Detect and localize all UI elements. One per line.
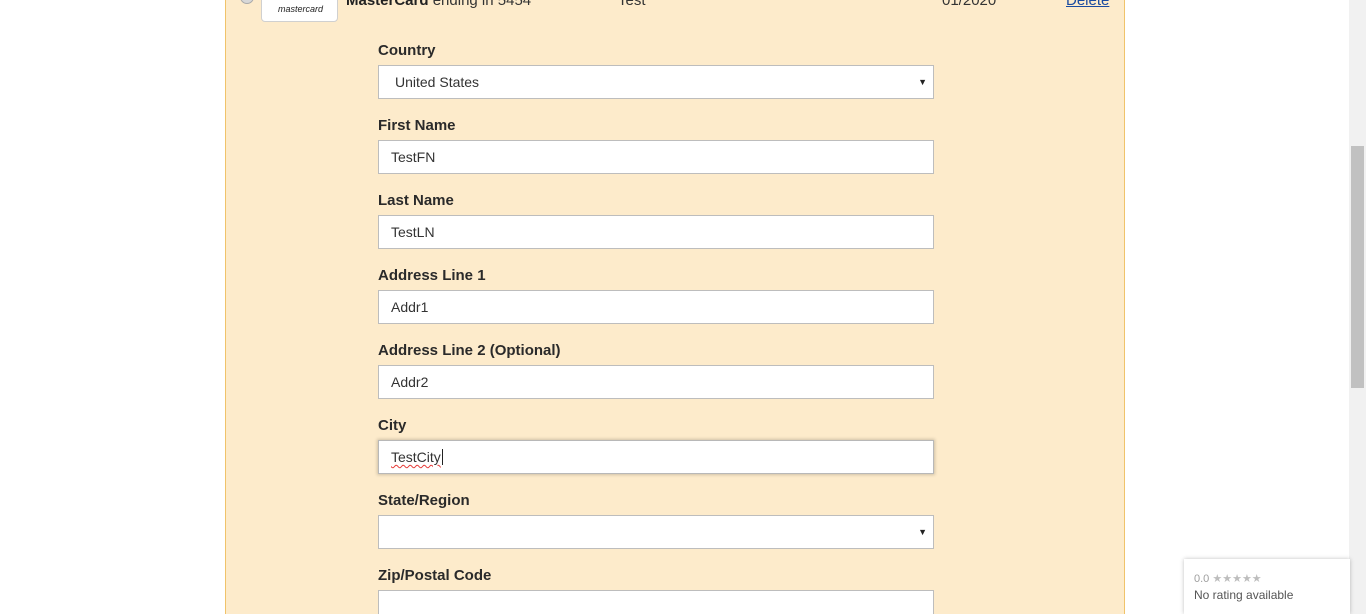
rating-status: No rating available <box>1194 588 1294 602</box>
first-name-label: First Name <box>378 117 456 134</box>
dropdown-caret-icon: ▼ <box>918 527 927 537</box>
zip-postal-code-input[interactable] <box>378 590 934 614</box>
dropdown-caret-icon: ▼ <box>918 77 927 87</box>
delete-card-link[interactable]: Delete <box>1066 0 1109 9</box>
zip-postal-code-label: Zip/Postal Code <box>378 567 492 584</box>
country-label: Country <box>378 42 436 59</box>
card-holder-name: Test <box>618 0 646 9</box>
first-name-input[interactable]: TestFN <box>378 140 934 174</box>
last-name-value: TestLN <box>391 224 435 240</box>
address-line-1-value: Addr1 <box>391 299 429 315</box>
page-scrollbar[interactable] <box>1349 0 1366 614</box>
first-name-value: TestFN <box>391 149 436 165</box>
saved-card-row: mastercard MasterCard ending in 5454 Tes… <box>226 0 1126 26</box>
card-description: MasterCard ending in 5454 <box>346 0 531 9</box>
card-brand: MasterCard <box>346 0 429 9</box>
address-line-2-input[interactable]: Addr2 <box>378 365 934 399</box>
mastercard-logo: mastercard <box>261 0 338 22</box>
card-ending: ending in 5454 <box>432 0 532 9</box>
last-name-input[interactable]: TestLN <box>378 215 934 249</box>
page: mastercard MasterCard ending in 5454 Tes… <box>0 0 1366 614</box>
rating-badge[interactable]: 0.0 ★★★★★ No rating available <box>1184 559 1350 614</box>
state-region-label: State/Region <box>378 492 470 509</box>
city-label: City <box>378 417 407 434</box>
logo-wordmark: mastercard <box>277 4 323 14</box>
city-input[interactable]: TestCity <box>378 440 934 474</box>
city-value: TestCity <box>391 449 441 465</box>
address-line-2-label: Address Line 2 (Optional) <box>378 342 561 359</box>
text-cursor <box>441 449 443 465</box>
card-radio-button[interactable] <box>240 0 254 4</box>
star-rating-icon: ★★★★★ <box>1212 573 1262 585</box>
country-select[interactable]: United States ▼ <box>378 65 934 99</box>
address-line-1-label: Address Line 1 <box>378 267 486 284</box>
last-name-label: Last Name <box>378 192 454 209</box>
address-line-2-value: Addr2 <box>391 374 429 390</box>
rating-score: 0.0 <box>1194 573 1210 585</box>
address-line-1-input[interactable]: Addr1 <box>378 290 934 324</box>
state-region-select[interactable]: ▼ <box>378 515 934 549</box>
scrollbar-thumb[interactable] <box>1351 146 1364 388</box>
card-expiry: 01/2020 <box>942 0 997 9</box>
billing-panel: mastercard MasterCard ending in 5454 Tes… <box>225 0 1125 614</box>
country-value: United States <box>395 74 480 90</box>
rating-score-row: 0.0 ★★★★★ <box>1194 572 1262 585</box>
